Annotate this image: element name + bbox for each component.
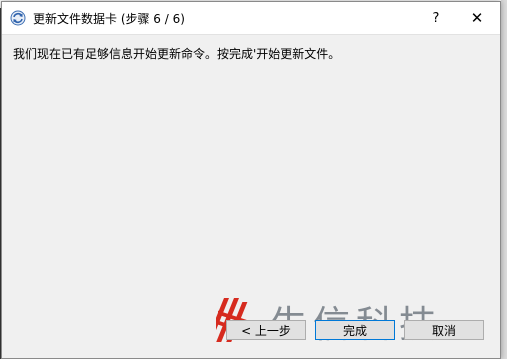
help-button[interactable]: ? <box>413 2 459 34</box>
window-title: 更新文件数据卡 (步骤 6 / 6) <box>33 12 185 26</box>
close-button[interactable]: ✕ <box>454 2 500 34</box>
refresh-icon <box>10 10 26 26</box>
cancel-button[interactable]: 取消 <box>404 320 484 340</box>
background-window-edge <box>501 0 507 359</box>
back-button[interactable]: < 上一步 <box>226 320 306 340</box>
update-file-data-card-dialog: 更新文件数据卡 (步骤 6 / 6) ? ✕ 我们现在已有足够信息开始更新命令。… <box>1 1 501 359</box>
title-bar[interactable]: 更新文件数据卡 (步骤 6 / 6) ? ✕ <box>2 2 500 35</box>
wizard-message: 我们现在已有足够信息开始更新命令。按完成'开始更新文件。 <box>13 47 341 61</box>
finish-button[interactable]: 完成 <box>315 320 395 340</box>
